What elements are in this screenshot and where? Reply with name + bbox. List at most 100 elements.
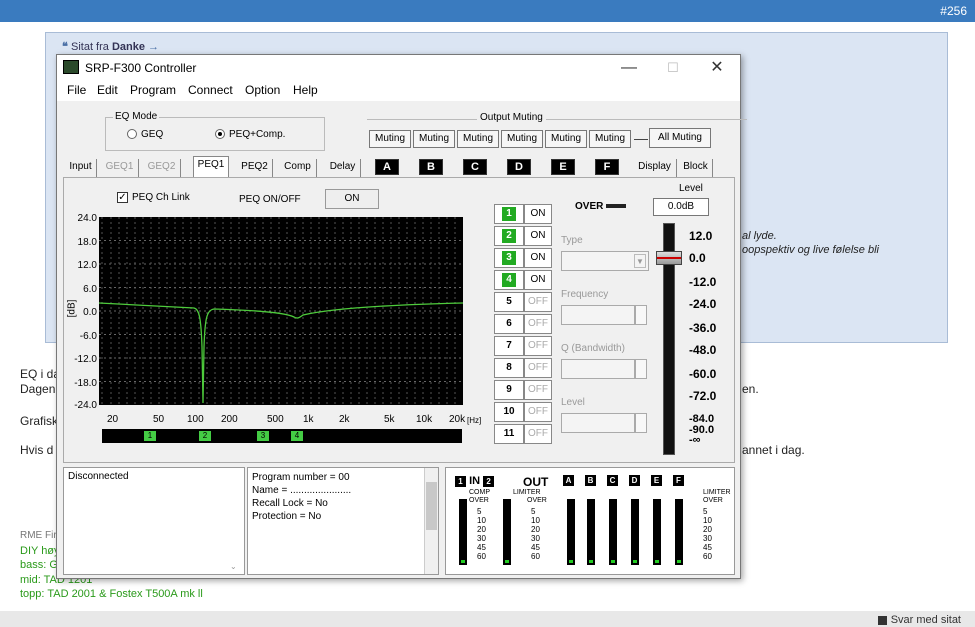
tab-comp[interactable]: Comp <box>279 159 317 177</box>
band-2-number[interactable]: 2 <box>494 226 524 246</box>
muting-e-button[interactable]: Muting <box>545 130 587 148</box>
frequency-field[interactable] <box>561 305 635 325</box>
band-9-toggle[interactable]: OFF <box>524 380 552 400</box>
tab-geq2[interactable]: GEQ2 <box>143 159 181 177</box>
tab-block[interactable]: Block <box>679 159 713 177</box>
q-field[interactable] <box>561 359 635 379</box>
meter-scale-1-4: 45 <box>531 543 540 552</box>
reply-label: Svar med sitat <box>890 614 961 626</box>
tab-peq2[interactable]: PEQ2 <box>237 159 273 177</box>
band-11-toggle[interactable]: OFF <box>524 424 552 444</box>
meter-bar-3-level <box>569 560 573 563</box>
muting-a-button[interactable]: Muting <box>369 130 411 148</box>
type-dropdown[interactable]: ▼ <box>561 251 649 271</box>
band-4-toggle[interactable]: ON <box>524 270 552 290</box>
menu-help[interactable]: Help <box>293 83 318 97</box>
band-7-toggle[interactable]: OFF <box>524 336 552 356</box>
tab-channel-f[interactable]: F <box>595 159 619 175</box>
band-5-number[interactable]: 5 <box>494 292 524 312</box>
level-value-field[interactable]: 0.0dB <box>653 198 709 216</box>
band-level-field[interactable] <box>561 413 635 433</box>
radio-peq-comp[interactable]: PEQ+Comp. <box>215 129 285 140</box>
meter-bar-7 <box>653 499 661 565</box>
reply-quote-button[interactable]: Svar med sitat <box>877 614 961 626</box>
muting-c-button[interactable]: Muting <box>457 130 499 148</box>
band-2-toggle[interactable]: ON <box>524 226 552 246</box>
band-3-toggle[interactable]: ON <box>524 248 552 268</box>
peq-ch-link[interactable]: ✓ PEQ Ch Link <box>117 192 190 203</box>
meter-bar-4 <box>587 499 595 565</box>
all-muting-button[interactable]: All Muting <box>649 128 711 148</box>
slider-scale-6: -60.0 <box>689 367 717 381</box>
radio-peq-comp-circle[interactable] <box>215 129 225 140</box>
band-1-number[interactable]: 1 <box>494 204 524 224</box>
arrow-right-icon[interactable]: → <box>148 41 159 53</box>
q-spinner[interactable] <box>635 359 647 379</box>
band-5-toggle[interactable]: OFF <box>524 292 552 312</box>
tab-peq1[interactable]: PEQ1 <box>193 156 229 178</box>
level-slider-thumb[interactable] <box>656 251 682 265</box>
muting-f-button[interactable]: Muting <box>589 130 631 148</box>
peq-onoff-button[interactable]: ON <box>325 189 379 209</box>
eq-graph[interactable] <box>98 217 464 405</box>
band-marker-1[interactable]: 1 <box>144 431 156 441</box>
muting-connector <box>634 139 648 140</box>
tab-channel-e[interactable]: E <box>551 159 575 175</box>
y-tick-7: -18.0 <box>74 378 97 389</box>
radio-geq-circle[interactable] <box>127 129 137 140</box>
forum-footer <box>0 611 975 627</box>
band-4-number[interactable]: 4 <box>494 270 524 290</box>
chevron-down-icon[interactable]: ⌄ <box>230 562 237 571</box>
quote-prefix: Sitat fra <box>70 41 109 53</box>
meter-bar-8-level <box>677 560 681 563</box>
tab-channel-b[interactable]: B <box>419 159 443 175</box>
menu-file[interactable]: File <box>67 83 86 97</box>
menu-option[interactable]: Option <box>245 83 280 97</box>
checkbox-checked-icon[interactable]: ✓ <box>117 192 128 203</box>
minimize-button[interactable]: — <box>609 57 649 79</box>
tab-input[interactable]: Input <box>65 159 97 177</box>
menu-edit[interactable]: Edit <box>97 83 118 97</box>
program-info-scrollbar[interactable] <box>424 468 438 574</box>
meters-over-label-in: OVER <box>469 497 489 504</box>
band-9-number[interactable]: 9 <box>494 380 524 400</box>
tab-channel-c[interactable]: C <box>463 159 487 175</box>
quote-header: ❝ Sitat fra Danke → <box>62 40 159 53</box>
tab-delay[interactable]: Delay <box>325 159 361 177</box>
band-level-spinner[interactable] <box>635 413 647 433</box>
tab-display[interactable]: Display <box>633 159 677 177</box>
band-6-toggle[interactable]: OFF <box>524 314 552 334</box>
band-10-toggle[interactable]: OFF <box>524 402 552 422</box>
quote-author[interactable]: Danke <box>112 41 145 53</box>
muting-b-button[interactable]: Muting <box>413 130 455 148</box>
band-1-toggle[interactable]: ON <box>524 204 552 224</box>
band-marker-3[interactable]: 3 <box>257 431 269 441</box>
radio-geq[interactable]: GEQ <box>127 129 163 140</box>
tab-channel-a[interactable]: A <box>375 159 399 175</box>
post-number[interactable]: #256 <box>940 4 967 18</box>
band-3-number[interactable]: 3 <box>494 248 524 268</box>
band-10-number[interactable]: 10 <box>494 402 524 422</box>
tab-channel-d[interactable]: D <box>507 159 531 175</box>
over-label: OVER <box>575 201 627 212</box>
band-6-number[interactable]: 6 <box>494 314 524 334</box>
band-8-toggle[interactable]: OFF <box>524 358 552 378</box>
meter-bar-1-level <box>461 560 465 563</box>
scrollbar-thumb[interactable] <box>426 482 437 530</box>
band-11-number[interactable]: 11 <box>494 424 524 444</box>
band-marker-2[interactable]: 2 <box>199 431 211 441</box>
close-button[interactable]: ✕ <box>697 57 737 79</box>
maximize-button[interactable]: ☐ <box>653 57 693 79</box>
menu-connect[interactable]: Connect <box>188 83 233 97</box>
band-8-number[interactable]: 8 <box>494 358 524 378</box>
meter-scale-1-1: 10 <box>531 516 540 525</box>
menu-program[interactable]: Program <box>130 83 176 97</box>
muting-d-button[interactable]: Muting <box>501 130 543 148</box>
meter-channel-b-badge: B <box>585 475 596 486</box>
frequency-spinner[interactable] <box>635 305 647 325</box>
tab-geq1[interactable]: GEQ1 <box>101 159 139 177</box>
title-bar[interactable]: SRP-F300 Controller — ☐ ✕ <box>57 55 740 81</box>
body-text-1: EQ i da <box>20 367 61 381</box>
band-marker-4[interactable]: 4 <box>291 431 303 441</box>
band-7-number[interactable]: 7 <box>494 336 524 356</box>
